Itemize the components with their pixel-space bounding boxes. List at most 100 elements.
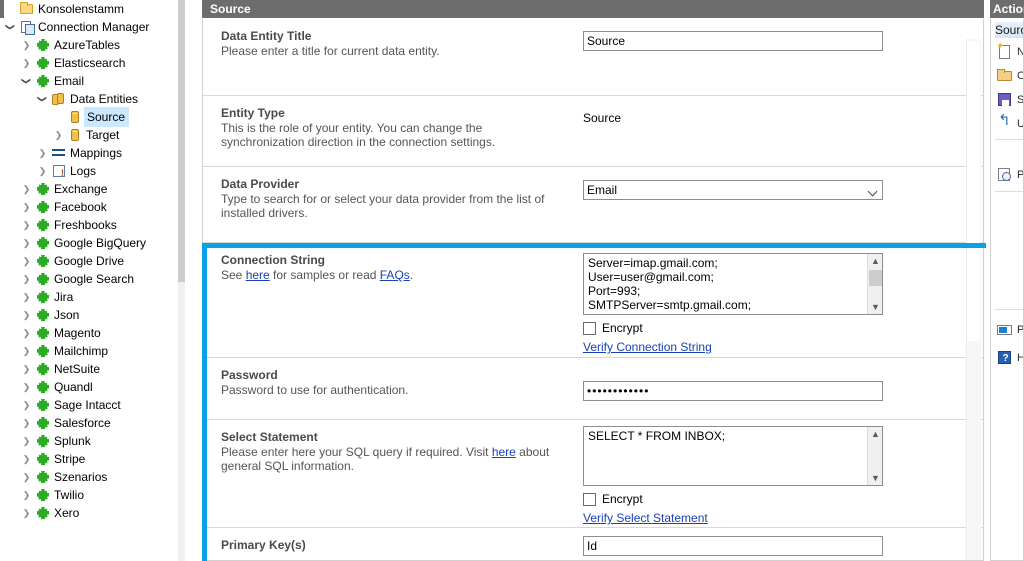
- password-input[interactable]: ••••••••••••: [583, 381, 883, 401]
- select-statement-here-link[interactable]: here: [492, 445, 516, 459]
- tree-item-elasticsearch[interactable]: ❯Elasticsearch: [0, 54, 185, 72]
- chevron-right-icon[interactable]: ❯: [19, 54, 34, 72]
- action-item-save[interactable]: Save: [991, 89, 1024, 111]
- password-desc: Password to use for authentication.: [221, 383, 561, 397]
- tree-item-json[interactable]: ❯Json: [0, 306, 185, 324]
- tree-item-facebook[interactable]: ❯Facebook: [0, 198, 185, 216]
- connection-string-textarea-wrap[interactable]: Server=imap.gmail.com; User=user@gmail.c…: [583, 253, 883, 315]
- chevron-right-icon[interactable]: ❯: [19, 216, 34, 234]
- tree-item-email[interactable]: ❯Email: [0, 72, 185, 90]
- tree-item-xero[interactable]: ❯Xero: [0, 504, 185, 522]
- chevron-right-icon[interactable]: ❯: [19, 324, 34, 342]
- chevron-right-icon[interactable]: ❯: [19, 306, 34, 324]
- action-item-open[interactable]: Open: [991, 65, 1024, 87]
- connection-string-input[interactable]: Server=imap.gmail.com; User=user@gmail.c…: [584, 254, 882, 314]
- chevron-right-icon[interactable]: ❯: [19, 342, 34, 360]
- action-item-help[interactable]: Help: [991, 347, 1024, 369]
- tree-item-mappings[interactable]: ❯Mappings: [0, 144, 185, 162]
- chevron-right-icon[interactable]: ❯: [19, 414, 34, 432]
- chevron-right-icon[interactable]: ❯: [19, 396, 34, 414]
- chevron-right-icon[interactable]: ❯: [19, 450, 34, 468]
- scroll-down-icon[interactable]: ▼: [868, 471, 883, 485]
- scroll-down-icon[interactable]: ▼: [868, 300, 883, 314]
- action-item-properties[interactable]: Properties: [991, 319, 1024, 341]
- action-item-preview[interactable]: Preview: [991, 164, 1024, 186]
- tree-item-google-bigquery[interactable]: ❯ Google BigQuery: [0, 234, 185, 252]
- tree-item-magento[interactable]: ❯Magento: [0, 324, 185, 342]
- chevron-down-icon[interactable]: ❯: [34, 92, 52, 107]
- tree-item-google-search[interactable]: ❯Google Search: [0, 270, 185, 288]
- connection-string-scrollbar[interactable]: ▲ ▼: [867, 254, 882, 314]
- action-item-new[interactable]: New: [991, 41, 1024, 63]
- page-title: Source: [202, 0, 984, 18]
- verify-connection-string-link[interactable]: Verify Connection String: [583, 340, 885, 354]
- chevron-right-icon[interactable]: ❯: [51, 126, 66, 144]
- tree-item-connection-manager[interactable]: ❯Connection Manager: [0, 18, 185, 36]
- tree-item-azuretables[interactable]: ❯AzureTables: [0, 36, 185, 54]
- chevron-right-icon[interactable]: ❯: [19, 252, 34, 270]
- action-item-undo[interactable]: Undo: [991, 113, 1024, 135]
- actions-list[interactable]: Source NewOpenSaveUndoPreviewPropertiesH…: [990, 19, 1024, 561]
- actions-separator: [995, 191, 1023, 192]
- pane-splitter[interactable]: [185, 0, 200, 561]
- tree-scrollbar-thumb[interactable]: [178, 0, 185, 282]
- tree-item-google-drive[interactable]: ❯Google Drive: [0, 252, 185, 270]
- tree-item-exchange[interactable]: ❯Exchange: [0, 180, 185, 198]
- tree-item-twilio[interactable]: ❯Twilio: [0, 486, 185, 504]
- chevron-right-icon[interactable]: ❯: [19, 288, 34, 306]
- chevron-right-icon[interactable]: ❯: [35, 162, 50, 180]
- connection-string-faqs-link[interactable]: FAQs: [380, 268, 410, 282]
- chevron-right-icon[interactable]: ❯: [19, 432, 34, 450]
- chevron-right-icon[interactable]: ❯: [19, 36, 34, 54]
- chevron-right-icon[interactable]: ❯: [19, 504, 34, 522]
- tree-item-jira[interactable]: ❯Jira: [0, 288, 185, 306]
- chevron-down-icon[interactable]: ❯: [2, 20, 20, 35]
- chevron-right-icon[interactable]: ❯: [19, 198, 34, 216]
- tree-item-logs[interactable]: ❯Logs: [0, 162, 185, 180]
- primary-keys-input[interactable]: Id: [583, 536, 883, 556]
- tree-item-quandl[interactable]: ❯Quandl: [0, 378, 185, 396]
- verify-select-statement-link[interactable]: Verify Select Statement: [583, 511, 885, 525]
- data-entity-title-input[interactable]: Source: [583, 31, 883, 51]
- chevron-right-icon[interactable]: ❯: [19, 234, 34, 252]
- chevron-right-icon[interactable]: ❯: [19, 468, 34, 486]
- chevron-right-icon[interactable]: ❯: [19, 378, 34, 396]
- tree-item-label: Google BigQuery: [52, 234, 146, 252]
- tree-item-splunk[interactable]: ❯Splunk: [0, 432, 185, 450]
- connection-string-encrypt-checkbox[interactable]: [583, 322, 596, 335]
- connection-string-here-link[interactable]: here: [246, 268, 270, 282]
- chevron-right-icon[interactable]: ❯: [19, 360, 34, 378]
- tree-item-stripe[interactable]: ❯Stripe: [0, 450, 185, 468]
- data-entities-icon: [50, 90, 68, 108]
- chevron-right-icon[interactable]: ❯: [19, 180, 34, 198]
- tree-item-data-entities[interactable]: ❯Data Entities: [0, 90, 185, 108]
- scroll-up-icon[interactable]: ▲: [868, 427, 883, 441]
- select-statement-textarea-wrap[interactable]: SELECT * FROM INBOX; ▲ ▼: [583, 426, 883, 486]
- tree-node-list[interactable]: Konsolenstamm❯Connection Manager❯AzureTa…: [0, 0, 185, 522]
- logs-icon: [50, 162, 68, 180]
- tree-item-freshbooks[interactable]: ❯Freshbooks: [0, 216, 185, 234]
- connection-tree-pane[interactable]: Konsolenstamm❯Connection Manager❯AzureTa…: [0, 0, 185, 561]
- main-scrollbar-thumb[interactable]: [967, 41, 980, 341]
- tree-item-salesforce[interactable]: ❯Salesforce: [0, 414, 185, 432]
- tree-item-sage-intacct[interactable]: ❯Sage Intacct: [0, 396, 185, 414]
- scrollbar-thumb[interactable]: [869, 270, 882, 286]
- chevron-right-icon[interactable]: ❯: [19, 486, 34, 504]
- tree-item-mailchimp[interactable]: ❯Mailchimp: [0, 342, 185, 360]
- tree-item-source[interactable]: Source: [0, 108, 185, 126]
- connection-string-encrypt-row[interactable]: Encrypt: [583, 321, 885, 335]
- select-statement-encrypt-checkbox[interactable]: [583, 493, 596, 506]
- select-statement-scrollbar[interactable]: ▲ ▼: [867, 427, 882, 485]
- chevron-down-icon[interactable]: ❯: [18, 74, 36, 89]
- select-statement-input[interactable]: SELECT * FROM INBOX;: [584, 427, 882, 485]
- select-statement-encrypt-row[interactable]: Encrypt: [583, 492, 885, 506]
- tree-item-target[interactable]: ❯Target: [0, 126, 185, 144]
- plugin-icon: [34, 198, 52, 216]
- scroll-up-icon[interactable]: ▲: [868, 254, 883, 268]
- tree-item-netsuite[interactable]: ❯NetSuite: [0, 360, 185, 378]
- chevron-right-icon[interactable]: ❯: [19, 270, 34, 288]
- tree-item-szenarios[interactable]: ❯Szenarios: [0, 468, 185, 486]
- tree-item-konsolenstamm[interactable]: Konsolenstamm: [0, 0, 185, 18]
- chevron-right-icon[interactable]: ❯: [35, 144, 50, 162]
- data-provider-select[interactable]: Email: [583, 180, 883, 200]
